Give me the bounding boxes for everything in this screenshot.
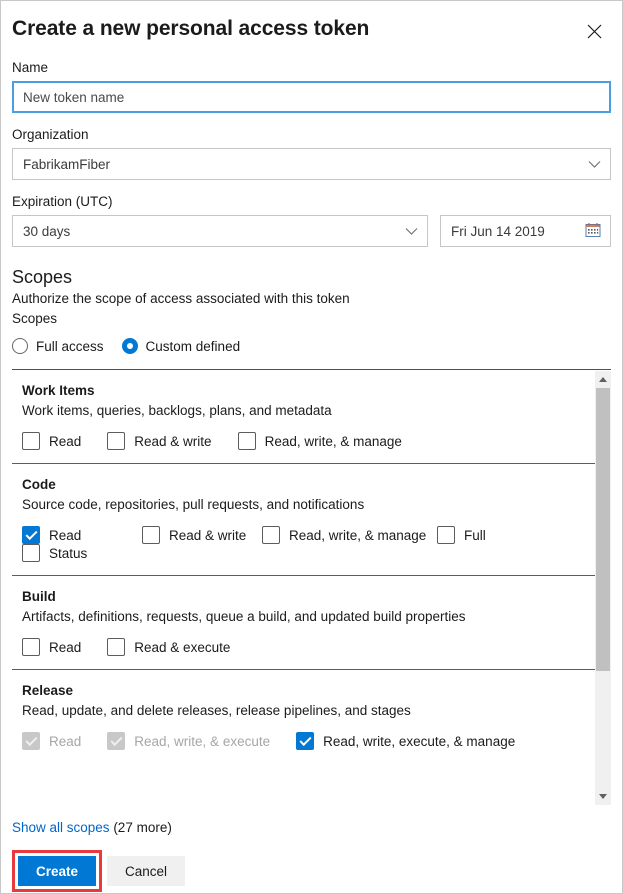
radio-icon: [12, 338, 28, 354]
scopes-radio-group: Full access Custom defined: [12, 335, 611, 357]
close-icon[interactable]: [579, 16, 609, 46]
chevron-down-icon: [588, 157, 601, 172]
scope-group-title: Work Items: [22, 383, 95, 398]
checkbox-label: Read: [49, 433, 82, 449]
checkbox-label: Status: [49, 545, 88, 561]
scopes-heading: Scopes: [12, 267, 73, 287]
radio-full-access[interactable]: Full access: [12, 338, 104, 354]
checkbox-label: Full: [464, 527, 486, 543]
checkbox-release-read: Read: [22, 732, 81, 750]
scopes-radio-group-label: Scopes: [12, 311, 58, 326]
scope-group-description: Source code, repositories, pull requests…: [22, 497, 365, 512]
checkbox-icon: [107, 638, 126, 656]
expiration-label: Expiration (UTC): [12, 194, 113, 209]
scope-group-description: Artifacts, definitions, requests, queue …: [22, 609, 466, 624]
expiration-date-input[interactable]: Fri Jun 14 2019: [440, 215, 611, 247]
show-all-scopes: Show all scopes (27 more): [12, 819, 611, 837]
scroll-up-arrow-icon[interactable]: [595, 371, 611, 388]
expiration-select[interactable]: 30 days: [12, 215, 428, 247]
checkbox-label: Read, write, & manage: [264, 433, 402, 449]
checkbox-release-read-write-execute-manage[interactable]: Read, write, execute, & manage: [296, 732, 515, 750]
checkbox-label: Read: [49, 527, 82, 543]
organization-label: Organization: [12, 127, 89, 142]
calendar-icon[interactable]: [585, 222, 601, 241]
checkbox-icon: [237, 432, 256, 450]
scope-group-work-items: Work Items Work items, queries, backlogs…: [12, 370, 595, 464]
checkbox-workitems-read-write[interactable]: Read & write: [107, 432, 212, 450]
scope-group-release: Release Read, update, and delete release…: [12, 670, 595, 763]
checkbox-label: Read & execute: [134, 639, 231, 655]
checkbox-label: Read: [49, 639, 82, 655]
dialog-actions: Create Cancel: [12, 850, 611, 892]
checkbox-code-read-write-manage[interactable]: Read, write, & manage: [262, 526, 427, 544]
scope-group-title: Code: [22, 477, 56, 492]
checkbox-icon-disabled-checked: [107, 732, 126, 750]
expiration-date-value: Fri Jun 14 2019: [451, 223, 545, 239]
scopes-description: Authorize the scope of access associated…: [12, 291, 350, 306]
checkbox-icon: [142, 526, 160, 544]
checkbox-build-read-execute[interactable]: Read & execute: [107, 638, 230, 656]
checkbox-label: Read & write: [169, 527, 247, 543]
create-pat-dialog: Create a new personal access token Name …: [0, 0, 623, 894]
dialog-header: Create a new personal access token: [12, 1, 611, 46]
scope-group-build: Build Artifacts, definitions, requests, …: [12, 576, 595, 670]
checkbox-icon: [437, 526, 455, 544]
scopes-scrollbar[interactable]: [595, 371, 611, 805]
checkbox-build-read[interactable]: Read: [22, 638, 81, 656]
show-all-scopes-count: (27 more): [109, 820, 172, 835]
checkbox-icon: [22, 544, 40, 562]
checkbox-icon-disabled-checked: [22, 732, 40, 750]
checkbox-icon: [262, 526, 280, 544]
show-all-scopes-link[interactable]: Show all scopes: [12, 820, 110, 835]
radio-custom-defined-label: Custom defined: [145, 338, 241, 354]
name-label: Name: [12, 60, 49, 75]
expiration-row: 30 days Fri Jun 14 2019: [12, 215, 611, 247]
scope-group-title: Build: [22, 589, 56, 604]
checkbox-code-status[interactable]: Status: [22, 544, 87, 562]
checkbox-icon-checked: [296, 732, 315, 750]
checkbox-icon: [22, 638, 40, 656]
checkbox-icon-checked: [22, 526, 40, 544]
scope-group-description: Work items, queries, backlogs, plans, an…: [22, 403, 332, 418]
checkbox-workitems-read-write-manage[interactable]: Read, write, & manage: [237, 432, 402, 450]
page-title: Create a new personal access token: [12, 17, 370, 40]
checkbox-release-read-write-execute: Read, write, & execute: [107, 732, 270, 750]
organization-value: FabrikamFiber: [23, 156, 111, 172]
create-button[interactable]: Create: [18, 856, 96, 886]
checkbox-label: Read, write, & execute: [134, 733, 271, 749]
checkbox-code-full[interactable]: Full: [437, 526, 486, 544]
checkbox-workitems-read[interactable]: Read: [22, 432, 81, 450]
name-input[interactable]: New token name: [12, 81, 611, 113]
scope-checkbox-row: Read Read & write Read, write, & manage: [22, 432, 595, 450]
radio-icon-selected: [121, 338, 138, 354]
scope-group-description: Read, update, and delete releases, relea…: [22, 703, 411, 718]
scroll-down-arrow-icon[interactable]: [595, 788, 611, 805]
checkbox-code-read-write[interactable]: Read & write: [142, 526, 252, 544]
scrollbar-thumb[interactable]: [596, 388, 610, 671]
scopes-scroll-area: Work Items Work items, queries, backlogs…: [12, 369, 611, 805]
checkbox-label: Read: [49, 733, 82, 749]
checkbox-label: Read & write: [134, 433, 212, 449]
organization-select[interactable]: FabrikamFiber: [12, 148, 611, 180]
checkbox-icon: [107, 432, 126, 450]
radio-full-access-label: Full access: [36, 338, 104, 354]
scope-group-code: Code Source code, repositories, pull req…: [12, 464, 595, 576]
expiration-value: 30 days: [23, 223, 71, 239]
scope-group-title: Release: [22, 683, 74, 698]
checkbox-icon: [22, 432, 40, 450]
scope-checkbox-row: Read Read & write Read, write, & manage …: [22, 526, 595, 562]
chevron-down-icon: [405, 224, 418, 239]
checkbox-code-read[interactable]: Read: [22, 526, 132, 544]
scope-checkbox-row: Read Read, write, & execute Read, write,…: [22, 732, 595, 750]
cancel-button[interactable]: Cancel: [107, 856, 185, 886]
scope-checkbox-row: Read Read & execute: [22, 638, 595, 656]
checkbox-label: Read, write, execute, & manage: [323, 733, 516, 749]
create-button-highlight: Create: [12, 850, 102, 892]
name-input-placeholder: New token name: [23, 89, 125, 105]
scopes-list: Work Items Work items, queries, backlogs…: [12, 370, 595, 805]
checkbox-label: Read, write, & manage: [289, 527, 427, 543]
radio-custom-defined[interactable]: Custom defined: [121, 338, 241, 354]
